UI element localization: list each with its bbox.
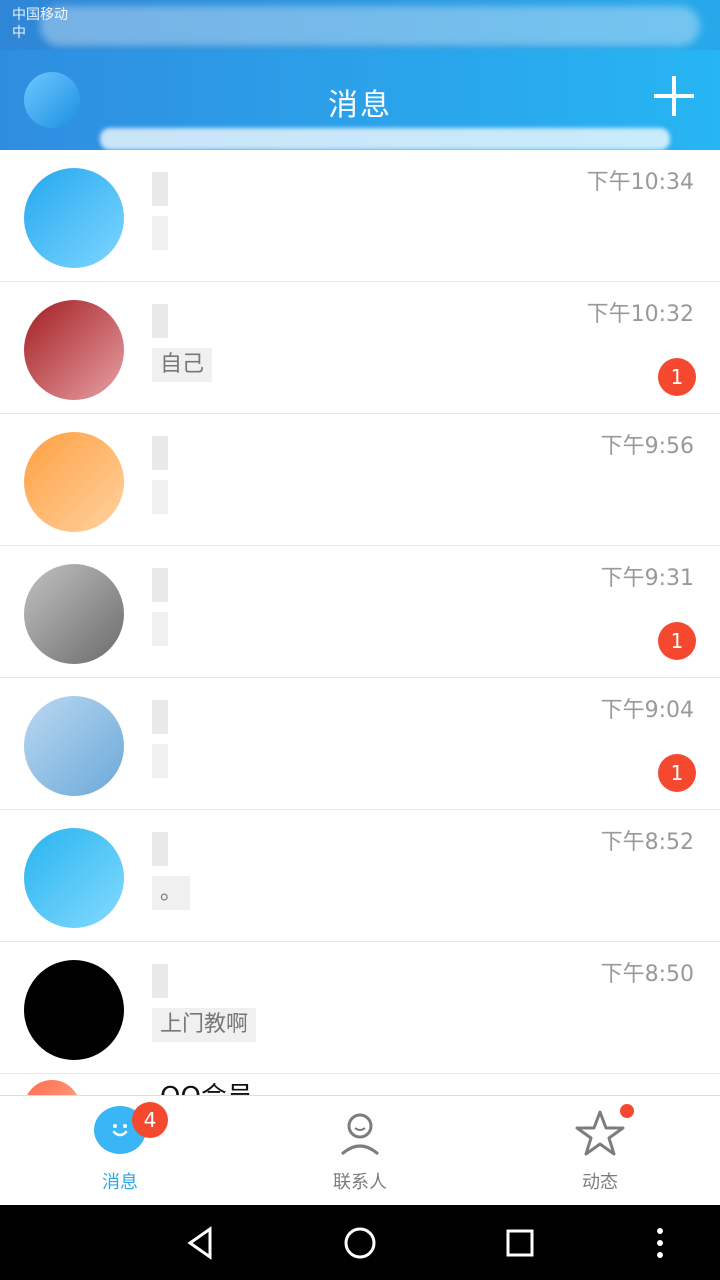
avatar (24, 828, 124, 928)
chat-row[interactable]: 。 下午8:52 (0, 810, 720, 942)
bottom-tab-bar: 消息 4 联系人 动态 (0, 1095, 720, 1205)
chat-row[interactable]: 下午9:56 (0, 414, 720, 546)
home-icon[interactable] (340, 1223, 380, 1263)
chat-name (152, 964, 168, 998)
unread-badge: 1 (658, 622, 696, 660)
avatar (24, 432, 124, 532)
avatar (24, 168, 124, 268)
moments-dot (620, 1104, 634, 1118)
chat-row[interactable]: QQ会员 (0, 1074, 720, 1095)
page-title: 消息 (328, 88, 392, 123)
system-nav-bar (0, 1205, 720, 1280)
chat-row[interactable]: 下午10:34 (0, 150, 720, 282)
avatar (24, 1080, 80, 1095)
chat-time: 下午9:56 (600, 434, 694, 459)
chat-time: 下午9:31 (600, 566, 694, 591)
avatar (24, 300, 124, 400)
chat-preview (152, 612, 168, 646)
chat-time: 下午10:32 (586, 302, 694, 327)
contacts-svg (341, 1113, 379, 1156)
avatar (24, 696, 124, 796)
back-icon[interactable] (180, 1223, 220, 1263)
smile-icon (112, 1124, 128, 1137)
unread-badge: 1 (658, 358, 696, 396)
more-icon[interactable] (640, 1223, 680, 1263)
chat-name: QQ会员 (152, 1080, 261, 1095)
chat-preview (152, 216, 168, 250)
chat-preview: 。 (152, 876, 191, 910)
chat-row[interactable]: 上门教啊 下午8:50 (0, 942, 720, 1074)
unread-badge: 1 (658, 754, 696, 792)
chat-time: 下午8:52 (600, 830, 694, 855)
tab-badge: 4 (132, 1102, 168, 1138)
star-icon (572, 1106, 628, 1162)
status-blur (40, 6, 700, 46)
avatar (24, 960, 124, 1060)
avatar (24, 564, 124, 664)
chat-row[interactable]: 下午9:04 1 (0, 678, 720, 810)
chat-preview (152, 480, 168, 514)
chat-time: 下午9:04 (600, 698, 694, 723)
chat-preview: 上门教啊 (152, 1008, 257, 1042)
chat-name (152, 172, 168, 206)
chat-time: 下午10:34 (586, 170, 694, 195)
chat-preview (152, 744, 168, 778)
chat-name (152, 832, 168, 866)
chat-name (152, 436, 168, 470)
star-svg (575, 1110, 625, 1156)
chat-row[interactable]: 下午9:31 1 (0, 546, 720, 678)
contacts-icon (332, 1106, 388, 1162)
tab-moments[interactable]: 动态 (540, 1106, 660, 1194)
tab-label: 动态 (582, 1172, 618, 1193)
status-bar: 中国移动 中 (0, 0, 720, 50)
chat-list: 下午10:34 自己 下午10:32 1 下午9:56 下午9:31 1 下午9… (0, 150, 720, 1095)
tab-contacts[interactable]: 联系人 (300, 1106, 420, 1194)
chat-name (152, 304, 168, 338)
chat-name (152, 700, 168, 734)
top-bar: 消息 (0, 50, 720, 150)
tab-label: 消息 (102, 1172, 138, 1193)
plus-icon[interactable] (654, 76, 694, 116)
tab-label: 联系人 (333, 1172, 387, 1193)
chat-preview: 自己 (152, 348, 213, 382)
chat-name (152, 568, 168, 602)
recents-icon[interactable] (500, 1223, 540, 1263)
chat-row[interactable]: 自己 下午10:32 1 (0, 282, 720, 414)
chat-time: 下午8:50 (600, 962, 694, 987)
top-bar-blur (100, 128, 670, 150)
